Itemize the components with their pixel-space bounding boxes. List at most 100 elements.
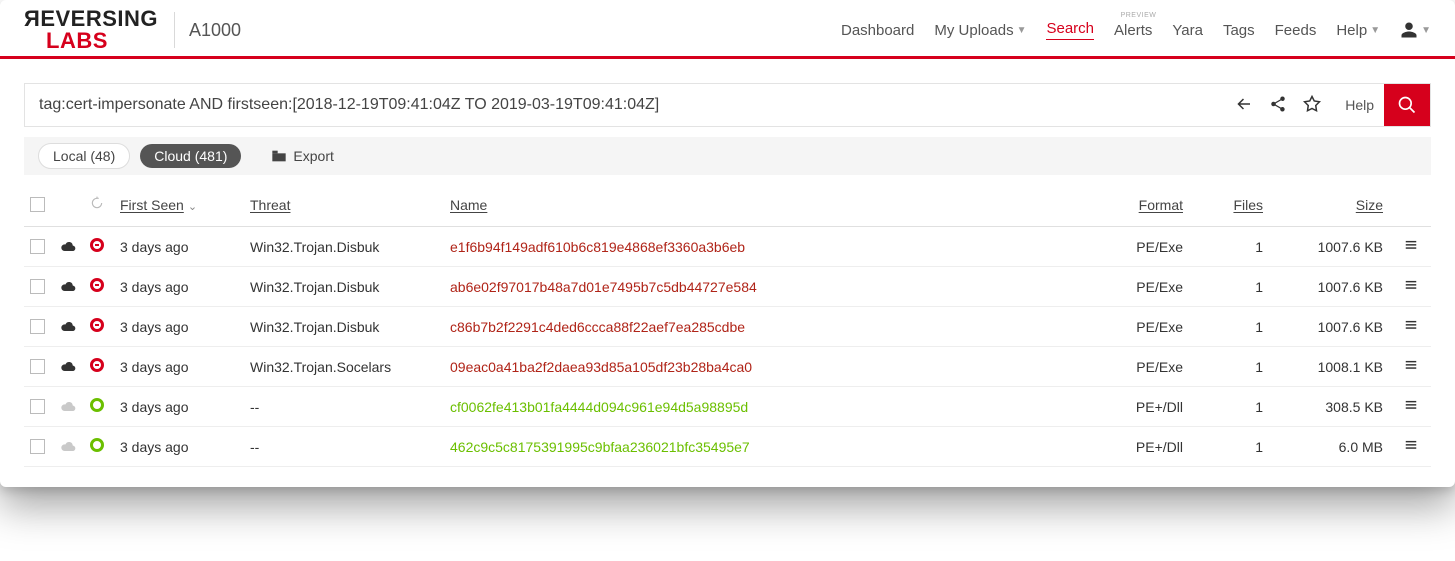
sort-desc-icon: ⌄ bbox=[188, 200, 197, 213]
row-menu-button[interactable] bbox=[1391, 318, 1431, 335]
chevron-down-icon: ▼ bbox=[1370, 25, 1380, 36]
cell-size: 1008.1 KB bbox=[1271, 359, 1391, 375]
cell-threat: Win32.Trojan.Disbuk bbox=[250, 279, 450, 295]
cell-first-seen: 3 days ago bbox=[120, 319, 250, 335]
cell-name-hash[interactable]: e1f6b94f149adf610b6c819e4868ef3360a3b6eb bbox=[450, 239, 745, 255]
threat-status-icon bbox=[90, 398, 104, 412]
tab-local[interactable]: Local (48) bbox=[38, 143, 130, 169]
cell-files: 1 bbox=[1191, 319, 1271, 335]
cell-format: PE/Exe bbox=[1071, 359, 1191, 375]
cell-format: PE+/Dll bbox=[1071, 399, 1191, 415]
cloud-icon bbox=[60, 399, 90, 415]
col-name[interactable]: Name bbox=[450, 197, 1071, 213]
table-row: 3 days agoWin32.Trojan.Disbukc86b7b2f229… bbox=[24, 307, 1431, 347]
cell-threat: Win32.Trojan.Socelars bbox=[250, 359, 450, 375]
select-all-checkbox[interactable] bbox=[30, 197, 45, 212]
nav-search[interactable]: Search bbox=[1046, 20, 1094, 40]
cell-name-hash[interactable]: 462c9c5c8175391995c9bfaa236021bfc35495e7 bbox=[450, 439, 750, 455]
cell-size: 308.5 KB bbox=[1271, 399, 1391, 415]
row-checkbox[interactable] bbox=[30, 239, 45, 254]
cell-size: 1007.6 KB bbox=[1271, 239, 1391, 255]
preview-badge: PREVIEW bbox=[1121, 12, 1157, 19]
row-checkbox[interactable] bbox=[30, 359, 45, 374]
product-name: A1000 bbox=[189, 20, 241, 41]
threat-status-icon bbox=[90, 238, 104, 252]
row-checkbox[interactable] bbox=[30, 399, 45, 414]
cell-files: 1 bbox=[1191, 399, 1271, 415]
chevron-down-icon: ▼ bbox=[1017, 25, 1027, 36]
export-label: Export bbox=[293, 148, 333, 164]
table-row: 3 days agoWin32.Trojan.Socelars09eac0a41… bbox=[24, 347, 1431, 387]
nav-my-uploads[interactable]: My Uploads ▼ bbox=[934, 22, 1026, 39]
cell-name-hash[interactable]: c86b7b2f2291c4ded6ccca88f22aef7ea285cdbe bbox=[450, 319, 745, 335]
threat-status-icon bbox=[90, 278, 104, 292]
nav-help[interactable]: Help▼ bbox=[1336, 22, 1380, 39]
cell-format: PE/Exe bbox=[1071, 279, 1191, 295]
cell-threat: -- bbox=[250, 439, 450, 455]
cell-name-hash[interactable]: ab6e02f97017b48a7d01e7495b7c5db44727e584 bbox=[450, 279, 757, 295]
cell-files: 1 bbox=[1191, 439, 1271, 455]
row-menu-button[interactable] bbox=[1391, 438, 1431, 455]
row-checkbox[interactable] bbox=[30, 439, 45, 454]
row-checkbox[interactable] bbox=[30, 279, 45, 294]
results-table: First Seen⌄ Threat Name Format Files Siz… bbox=[0, 175, 1455, 487]
cell-format: PE/Exe bbox=[1071, 319, 1191, 335]
brand-line1: ЯEVERSING bbox=[24, 8, 158, 30]
col-size[interactable]: Size bbox=[1271, 197, 1391, 213]
nav-alerts[interactable]: PREVIEW Alerts bbox=[1114, 22, 1152, 39]
row-menu-button[interactable] bbox=[1391, 238, 1431, 255]
cell-name-hash[interactable]: 09eac0a41ba2f2daea93d85a105df23b28ba4ca0 bbox=[450, 359, 752, 375]
tab-cloud[interactable]: Cloud (481) bbox=[140, 144, 241, 168]
table-row: 3 days agoWin32.Trojan.Disbuke1f6b94f149… bbox=[24, 227, 1431, 267]
threat-status-icon bbox=[90, 358, 104, 372]
cloud-icon bbox=[60, 439, 90, 455]
nav-help-label: Help bbox=[1336, 22, 1367, 39]
table-row: 3 days agoWin32.Trojan.Disbukab6e02f9701… bbox=[24, 267, 1431, 307]
threat-status-icon bbox=[90, 438, 104, 452]
cell-format: PE+/Dll bbox=[1071, 439, 1191, 455]
col-format[interactable]: Format bbox=[1071, 197, 1191, 213]
nav-dashboard[interactable]: Dashboard bbox=[841, 22, 914, 39]
nav-yara[interactable]: Yara bbox=[1172, 22, 1203, 39]
brand-line2: LABS bbox=[24, 30, 158, 52]
col-first-seen[interactable]: First Seen⌄ bbox=[120, 197, 250, 213]
threat-status-icon bbox=[90, 318, 104, 332]
cell-first-seen: 3 days ago bbox=[120, 399, 250, 415]
row-checkbox[interactable] bbox=[30, 319, 45, 334]
cell-first-seen: 3 days ago bbox=[120, 279, 250, 295]
nav-feeds[interactable]: Feeds bbox=[1275, 22, 1317, 39]
cell-files: 1 bbox=[1191, 239, 1271, 255]
cloud-icon bbox=[60, 359, 90, 375]
col-threat[interactable]: Threat bbox=[250, 197, 450, 213]
search-bar: Help bbox=[24, 83, 1431, 127]
search-submit-button[interactable] bbox=[1384, 84, 1430, 126]
row-menu-button[interactable] bbox=[1391, 398, 1431, 415]
share-icon[interactable] bbox=[1269, 95, 1287, 116]
cell-name-hash[interactable]: cf0062fe413b01fa4444d094c961e94d5a98895d bbox=[450, 399, 748, 415]
search-icon bbox=[1397, 95, 1417, 115]
col-files[interactable]: Files bbox=[1191, 197, 1271, 213]
cell-size: 1007.6 KB bbox=[1271, 279, 1391, 295]
export-button[interactable]: Export bbox=[271, 148, 333, 164]
app-header: ЯEVERSING LABS A1000 Dashboard My Upload… bbox=[0, 0, 1455, 59]
cell-threat: Win32.Trojan.Disbuk bbox=[250, 319, 450, 335]
cell-threat: Win32.Trojan.Disbuk bbox=[250, 239, 450, 255]
back-arrow-icon[interactable] bbox=[1235, 95, 1253, 116]
cell-format: PE/Exe bbox=[1071, 239, 1191, 255]
status-column-header[interactable] bbox=[90, 196, 120, 213]
row-menu-button[interactable] bbox=[1391, 278, 1431, 295]
cell-first-seen: 3 days ago bbox=[120, 359, 250, 375]
result-tabs-strip: Local (48) Cloud (481) Export bbox=[24, 137, 1431, 175]
nav-tags[interactable]: Tags bbox=[1223, 22, 1255, 39]
cloud-icon bbox=[60, 319, 90, 335]
table-row: 3 days ago--462c9c5c8175391995c9bfaa2360… bbox=[24, 427, 1431, 467]
nav-my-uploads-label: My Uploads bbox=[934, 22, 1013, 39]
cell-files: 1 bbox=[1191, 279, 1271, 295]
search-help-link[interactable]: Help bbox=[1335, 84, 1384, 126]
row-menu-button[interactable] bbox=[1391, 358, 1431, 375]
cell-first-seen: 3 days ago bbox=[120, 439, 250, 455]
user-menu[interactable]: ▼ bbox=[1400, 21, 1431, 39]
brand-logo: ЯEVERSING LABS bbox=[24, 8, 158, 52]
star-icon[interactable] bbox=[1303, 95, 1321, 116]
search-input[interactable] bbox=[25, 84, 1221, 126]
